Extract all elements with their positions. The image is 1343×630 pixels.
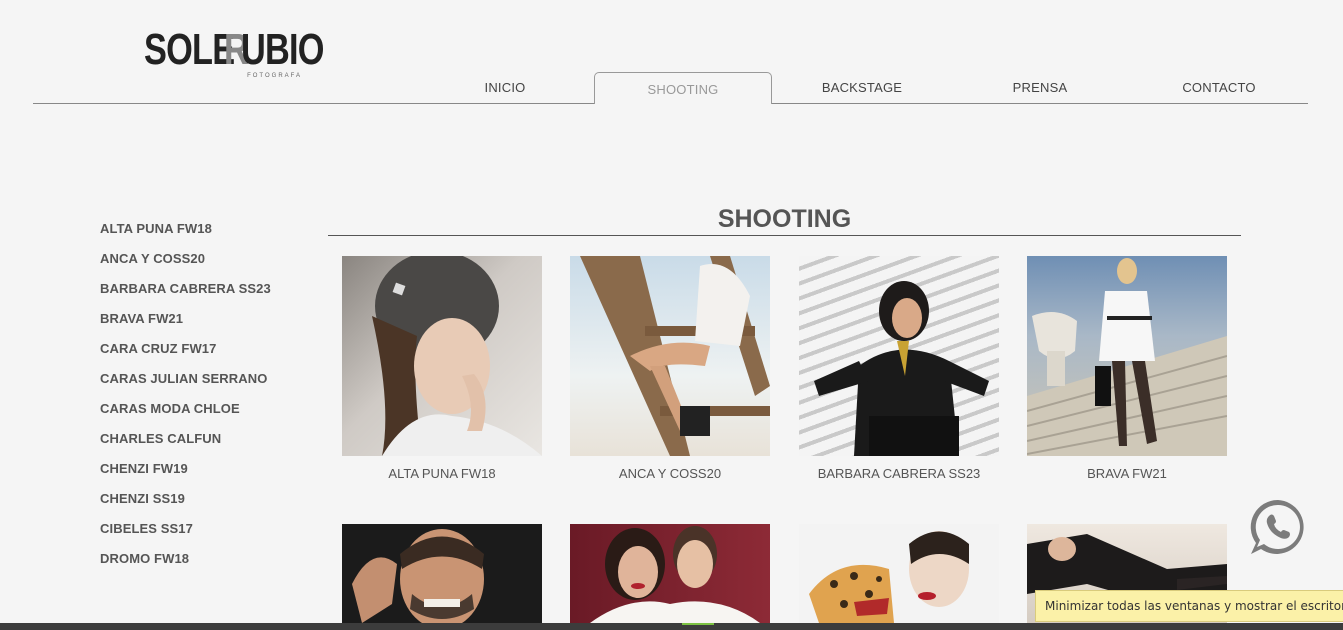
logo-tagline: FOTOGRAFA	[247, 73, 302, 79]
gallery-card-barbara-cabrera[interactable]: BARBARA CABRERA SS23	[799, 256, 999, 481]
nav-prensa[interactable]: PRENSA	[951, 72, 1129, 103]
sidebar-item-caras-moda-chloe[interactable]: CARAS MODA CHLOE	[100, 402, 310, 432]
sidebar-item-anca-y-coss[interactable]: ANCA Y COSS20	[100, 252, 310, 282]
sidebar-item-alta-puna[interactable]: ALTA PUNA FW18	[100, 222, 310, 252]
shooting-sidebar: ALTA PUNA FW18 ANCA Y COSS20 BARBARA CAB…	[100, 222, 310, 582]
nav-shooting[interactable]: SHOOTING	[594, 72, 772, 104]
photo-gallery-7	[799, 524, 999, 623]
nav-inicio[interactable]: INICIO	[416, 72, 594, 103]
sidebar-item-chenzi-fw19[interactable]: CHENZI FW19	[100, 462, 310, 492]
gallery-card-anca-y-coss[interactable]: ANCA Y COSS20	[570, 256, 770, 481]
nav-contacto[interactable]: CONTACTO	[1130, 72, 1308, 103]
site-logo[interactable]: SOLE R UBIO FOTOGRAFA	[144, 25, 324, 80]
photo-barbara-cabrera	[799, 256, 999, 456]
sidebar-item-cibeles[interactable]: CIBELES SS17	[100, 522, 310, 552]
whatsapp-icon	[1250, 499, 1304, 554]
sidebar-item-dromo[interactable]: DROMO FW18	[100, 552, 310, 582]
logo-word-sole: SOLE	[144, 25, 235, 74]
photo-brava	[1027, 256, 1227, 456]
sidebar-item-cara-cruz[interactable]: CARA CRUZ FW17	[100, 342, 310, 372]
gallery-caption: BRAVA FW21	[1087, 466, 1167, 481]
taskbar-indicator	[682, 623, 714, 625]
sidebar-item-brava[interactable]: BRAVA FW21	[100, 312, 310, 342]
system-tooltip: Minimizar todas las ventanas y mostrar e…	[1035, 590, 1343, 622]
gallery-card-brava[interactable]: BRAVA FW21	[1027, 256, 1227, 481]
gallery-card-5[interactable]	[342, 524, 542, 623]
photo-gallery-5	[342, 524, 542, 623]
gallery-card-7[interactable]	[799, 524, 999, 623]
whatsapp-button[interactable]	[1247, 496, 1309, 558]
main-nav: INICIO SHOOTING BACKSTAGE PRENSA CONTACT…	[416, 72, 1308, 104]
sidebar-item-barbara-cabrera[interactable]: BARBARA CABRERA SS23	[100, 282, 310, 312]
taskbar	[0, 623, 1343, 630]
photo-alta-puna	[342, 256, 542, 456]
title-divider	[328, 235, 1241, 236]
gallery-card-alta-puna[interactable]: ALTA PUNA FW18	[342, 256, 542, 481]
logo-word-ubio: UBIO	[241, 25, 324, 74]
sidebar-item-chenzi-ss19[interactable]: CHENZI SS19	[100, 492, 310, 522]
gallery-caption: BARBARA CABRERA SS23	[817, 466, 981, 481]
gallery-caption: ANCA Y COSS20	[618, 466, 722, 481]
sidebar-item-caras-julian-serrano[interactable]: CARAS JULIAN SERRANO	[100, 372, 310, 402]
sidebar-item-charles-calfun[interactable]: CHARLES CALFUN	[100, 432, 310, 462]
gallery-card-6[interactable]	[570, 524, 770, 623]
nav-backstage[interactable]: BACKSTAGE	[773, 72, 951, 103]
photo-anca-y-coss	[570, 256, 770, 456]
gallery-caption: ALTA PUNA FW18	[388, 466, 496, 481]
photo-gallery-6	[570, 524, 770, 623]
page-title: SHOOTING	[717, 205, 852, 233]
